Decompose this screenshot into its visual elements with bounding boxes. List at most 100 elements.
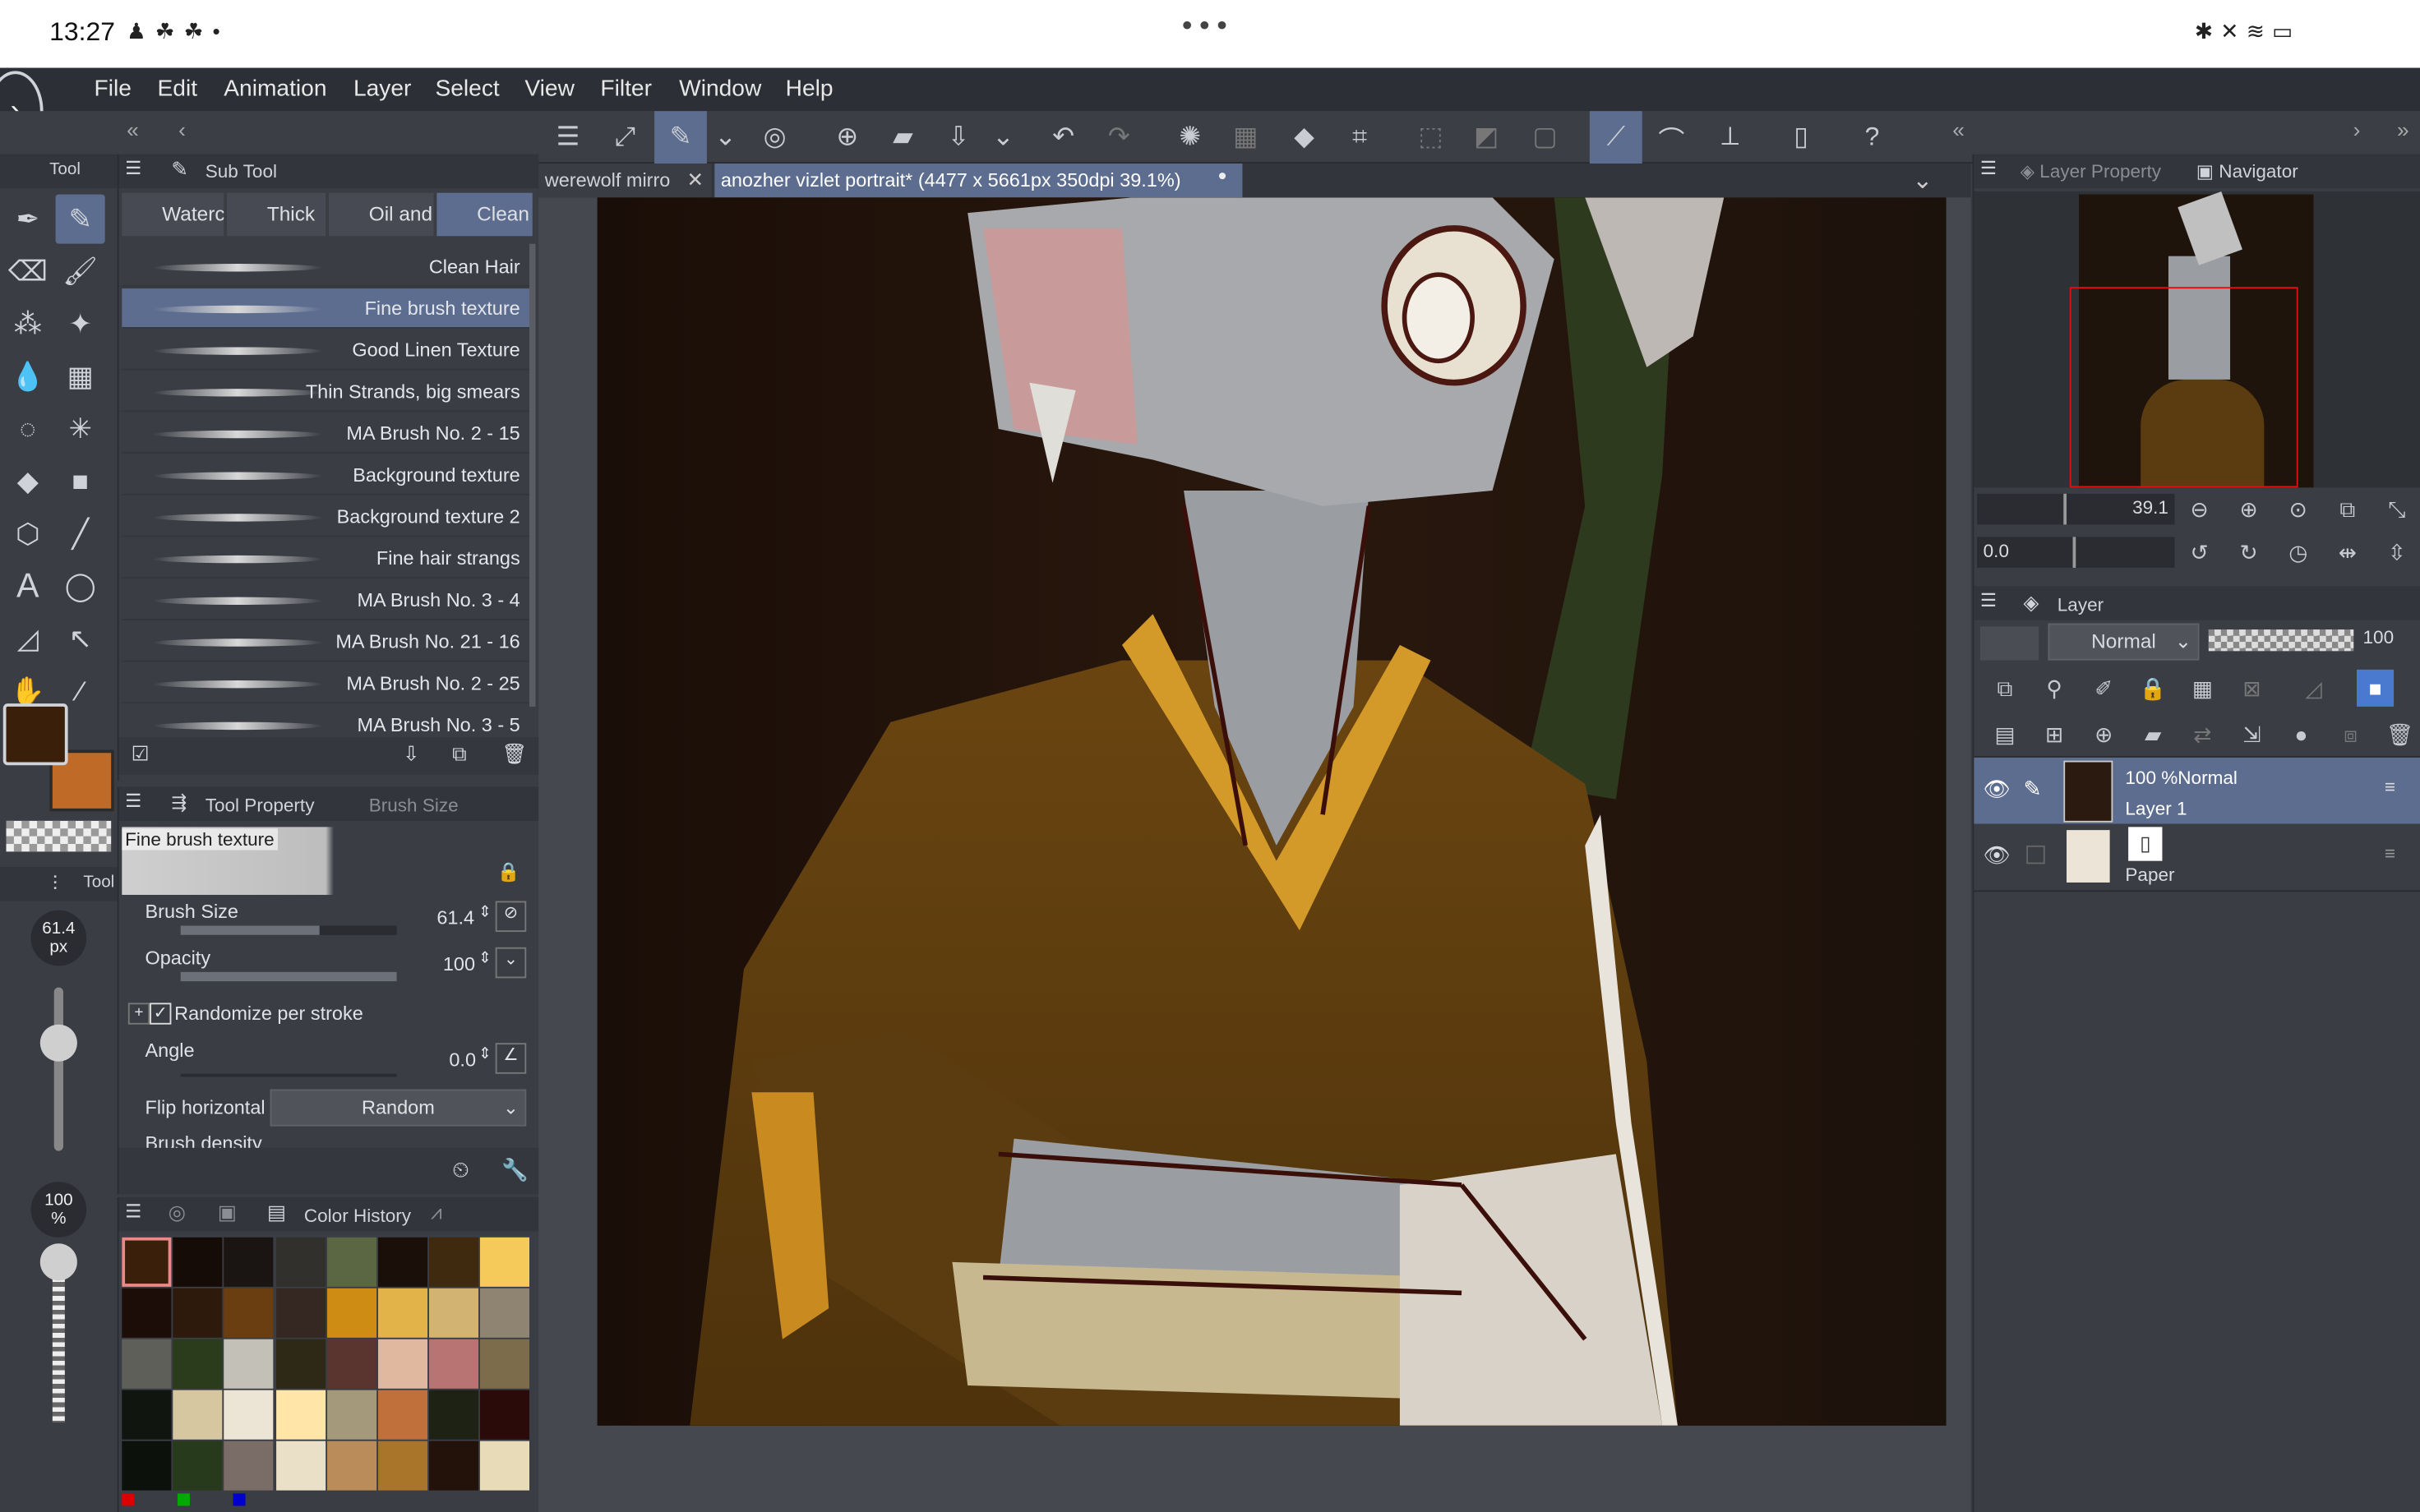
new-file-icon[interactable]: ⊕	[821, 111, 874, 164]
airbrush-tool-icon[interactable]: ⁂	[3, 299, 53, 348]
color-swatch[interactable]	[429, 1237, 479, 1287]
magic-wand-icon[interactable]: ✳	[56, 404, 105, 454]
color-swatch[interactable]	[275, 1441, 326, 1491]
new-folder-icon[interactable]: ▰	[2135, 716, 2172, 753]
3d-tool-icon[interactable]: ⬡	[3, 509, 53, 559]
color-swatch[interactable]	[275, 1339, 326, 1389]
lock-transparency-icon[interactable]: ▦	[2184, 670, 2221, 707]
color-swatch[interactable]	[122, 1390, 172, 1440]
transform-icon[interactable]: ▦	[1219, 111, 1272, 164]
new-raster-layer-icon[interactable]: ▤	[1986, 716, 2023, 753]
color-swatch[interactable]	[480, 1339, 530, 1389]
redo-icon[interactable]: ↷	[1092, 111, 1145, 164]
chevron-down-icon-2[interactable]: ⌄	[981, 111, 1025, 164]
menu-help[interactable]: Help	[786, 76, 834, 102]
opacity-handle[interactable]	[39, 1243, 77, 1281]
menu-file[interactable]: File	[95, 76, 132, 102]
color-swatch[interactable]	[173, 1339, 223, 1389]
color-swatch[interactable]	[122, 1288, 172, 1338]
line-tool-icon[interactable]: ╱	[56, 509, 105, 559]
color-swatch[interactable]	[122, 1339, 172, 1389]
new-layer-icon[interactable]: ⊕	[2085, 716, 2122, 753]
color-swatch[interactable]	[377, 1339, 428, 1389]
layer-color-icon[interactable]: ■	[2357, 669, 2395, 707]
color-swatch[interactable]	[224, 1390, 275, 1440]
layer-loop-icon[interactable]: ◎	[749, 111, 801, 164]
color-swatch[interactable]	[480, 1288, 530, 1338]
quick-access-icon[interactable]: ✎	[654, 111, 707, 164]
menu-animation[interactable]: Animation	[224, 76, 326, 102]
color-swatch[interactable]	[480, 1441, 530, 1491]
transfer-icon[interactable]: ⇄	[2184, 716, 2221, 753]
selection-border-icon[interactable]: ▢	[1519, 111, 1572, 164]
fit-window-icon[interactable]: ⤢	[598, 111, 651, 164]
brush-item[interactable]: MA Brush No. 21 - 16	[122, 622, 529, 662]
brush-item[interactable]: MA Brush No. 3 - 4	[122, 580, 529, 620]
next-icon[interactable]: ›	[2346, 114, 2367, 145]
color-swatch[interactable]	[377, 1441, 428, 1491]
brush-item[interactable]: Fine hair strangs	[122, 538, 529, 579]
brush-size-slider[interactable]	[53, 987, 63, 1151]
reset-rotation-icon[interactable]: ◷	[2279, 534, 2316, 571]
color-slider-icon[interactable]: ⩘	[431, 1201, 442, 1225]
color-swatch[interactable]	[326, 1288, 376, 1338]
zoom-in-icon[interactable]: ⊕	[2230, 491, 2267, 528]
tab-watercolor[interactable]: Watercolor	[122, 192, 224, 237]
color-swatch[interactable]	[224, 1288, 275, 1338]
lasso-tool-icon[interactable]: ◌	[3, 404, 53, 454]
tool-property-tab[interactable]: Tool Property	[206, 795, 315, 816]
blend-tool-icon[interactable]: 💧	[3, 352, 53, 401]
ruler-icon[interactable]: ◿	[2295, 670, 2332, 707]
doc-tab-portrait[interactable]: anozher vizlet portrait* (4477 x 5661px …	[714, 164, 1243, 198]
new-vector-layer-icon[interactable]: ⊞	[2035, 716, 2072, 753]
layer-opacity-slider[interactable]	[2208, 629, 2354, 652]
close-tab-icon[interactable]: ✕	[687, 168, 704, 193]
brush-item[interactable]: MA Brush No. 2 - 15	[122, 413, 529, 454]
clip-icon[interactable]: ⧉	[1986, 670, 2023, 707]
menu-edit[interactable]: Edit	[158, 76, 198, 102]
color-wheel-icon[interactable]: ◎	[169, 1201, 186, 1225]
edit-checkbox[interactable]	[2026, 845, 2045, 864]
color-swatch[interactable]	[275, 1288, 326, 1338]
color-swatch[interactable]	[480, 1390, 530, 1440]
tab-oil[interactable]: Oil and	[328, 192, 434, 237]
brush-item[interactable]: Thin Strands, big smears	[122, 371, 529, 413]
undo-icon[interactable]: ↶	[1037, 111, 1090, 164]
color-swatch[interactable]	[224, 1237, 275, 1287]
edit-pen-icon[interactable]: ✎	[2023, 776, 2041, 802]
color-swatch[interactable]	[224, 1339, 275, 1389]
fill-tool-icon[interactable]: ◆	[3, 457, 53, 506]
color-swatch[interactable]	[275, 1237, 326, 1287]
delete-layer-icon[interactable]: 🗑	[2381, 716, 2418, 753]
mesh-tool-icon[interactable]: ▦	[56, 352, 105, 401]
color-set-icon[interactable]: ▣	[218, 1201, 237, 1225]
trash-icon[interactable]: 🗑	[501, 742, 527, 767]
collapse-right-icon[interactable]: «	[1947, 114, 1969, 145]
randomize-row[interactable]: + ✓ Randomize per stroke	[127, 1000, 524, 1031]
navigator-preview[interactable]	[1974, 191, 2420, 488]
prev-icon[interactable]: ‹	[170, 114, 195, 145]
color-swatch[interactable]	[173, 1288, 223, 1338]
rotate-slider[interactable]: 0.0	[1977, 537, 2175, 568]
rotate-left-icon[interactable]: ↺	[2181, 534, 2218, 571]
layer-property-tab[interactable]: ◈ Layer Property	[2021, 160, 2161, 182]
layer-mask-icon[interactable]: ●	[2283, 716, 2320, 753]
device-icon[interactable]: ▯	[1775, 111, 1827, 164]
menu-window[interactable]: Window	[679, 76, 761, 102]
visibility-eye-icon[interactable]: 👁	[1984, 776, 2011, 802]
doc-tab-werewolf[interactable]: werewolf mirro	[538, 164, 712, 198]
tab-clean[interactable]: Clean	[436, 192, 533, 237]
hamburger-menu-icon[interactable]: ☰	[542, 111, 594, 164]
color-swatch[interactable]	[173, 1237, 223, 1287]
color-swatch[interactable]	[326, 1339, 376, 1389]
brush-item[interactable]: Background texture 2	[122, 497, 529, 537]
brush-size-tab[interactable]: Brush Size	[369, 795, 459, 816]
color-swatch[interactable]	[173, 1390, 223, 1440]
ruler-snap-icon[interactable]: ⟋	[1589, 111, 1642, 164]
zoom-slider[interactable]: 39.1	[1977, 493, 2175, 525]
multitask-dots[interactable]: • • •	[1182, 9, 1226, 41]
color-swatch[interactable]	[122, 1237, 172, 1287]
reference-icon[interactable]: ⚲	[2035, 670, 2072, 707]
visibility-eye-icon[interactable]: 👁	[1984, 842, 2011, 869]
color-swatch[interactable]	[377, 1237, 428, 1287]
